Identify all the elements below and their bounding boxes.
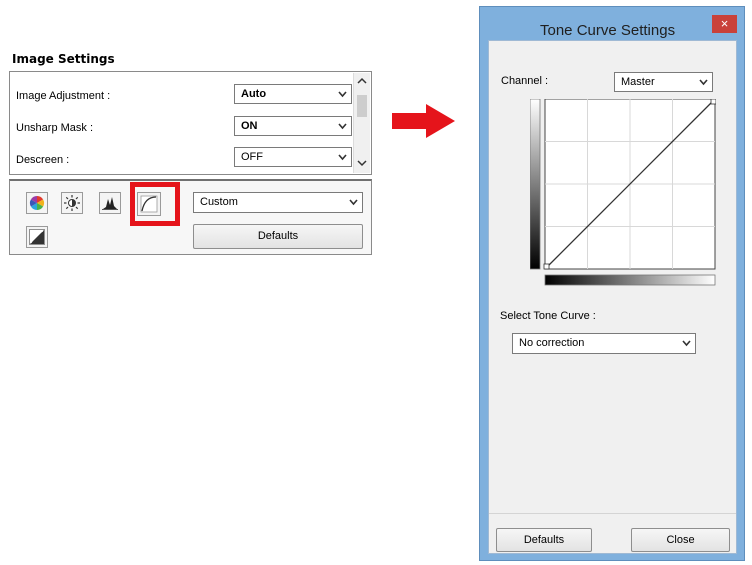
tone-curve-settings-window: Tone Curve Settings × Channel : Master S… bbox=[479, 6, 745, 561]
window-client-area: Channel : Master Select Tone Curve: No … bbox=[488, 40, 737, 554]
tone-curve-highlight bbox=[130, 182, 180, 226]
chevron-down-icon bbox=[349, 199, 358, 206]
adjustment-toolbar: Custom Defaults bbox=[9, 179, 372, 255]
scroll-up-icon[interactable] bbox=[357, 77, 367, 85]
preset-select[interactable]: Custom bbox=[193, 192, 363, 213]
color-balance-button[interactable] bbox=[26, 192, 48, 214]
input-gradient-bar bbox=[544, 274, 716, 286]
descreen-value: OFF bbox=[241, 151, 263, 163]
histogram-icon bbox=[102, 197, 118, 210]
final-review-icon bbox=[29, 229, 45, 245]
image-adjustment-label: Image Adjustment : bbox=[16, 90, 111, 102]
brightness-contrast-icon bbox=[64, 195, 80, 211]
descreen-select[interactable]: OFF bbox=[234, 147, 352, 167]
window-title: Tone Curve Settings bbox=[540, 22, 676, 39]
chevron-down-icon bbox=[338, 91, 347, 98]
curve-point-end[interactable] bbox=[710, 99, 716, 105]
unsharp-mask-label: Unsharp Mask : bbox=[16, 122, 94, 134]
unsharp-mask-value: ON bbox=[241, 120, 258, 132]
channel-select-value: Master bbox=[621, 76, 655, 88]
tone-curve-defaults-button[interactable]: Defaults bbox=[496, 528, 592, 552]
image-settings-list: Image Adjustment : Auto Unsharp Mask : O… bbox=[9, 71, 372, 175]
footer-divider bbox=[489, 513, 736, 514]
chevron-down-icon bbox=[699, 79, 708, 86]
chevron-down-icon bbox=[338, 154, 347, 161]
preset-select-value: Custom bbox=[200, 196, 238, 208]
channel-label: Channel : bbox=[501, 75, 549, 87]
color-balance-icon bbox=[29, 195, 45, 211]
tone-curve-select[interactable]: No correction bbox=[512, 333, 696, 354]
final-review-button[interactable] bbox=[26, 226, 48, 248]
scroll-thumb[interactable] bbox=[357, 95, 367, 117]
channel-select[interactable]: Master bbox=[614, 72, 713, 92]
output-gradient-bar bbox=[530, 99, 541, 270]
defaults-button[interactable]: Defaults bbox=[193, 224, 363, 249]
brightness-contrast-button[interactable] bbox=[61, 192, 83, 214]
settings-scrollbar[interactable] bbox=[353, 73, 370, 173]
close-icon[interactable]: × bbox=[712, 15, 737, 33]
arrow-right-icon bbox=[392, 104, 455, 138]
image-adjustment-value: Auto bbox=[241, 88, 267, 100]
tone-curve-select-value: No correction bbox=[519, 337, 585, 349]
image-adjustment-select[interactable]: Auto bbox=[234, 84, 352, 104]
histogram-button[interactable] bbox=[99, 192, 121, 214]
close-button[interactable]: Close bbox=[631, 528, 730, 552]
tone-curve-graph[interactable] bbox=[530, 99, 716, 287]
scroll-down-icon[interactable] bbox=[357, 159, 367, 167]
chevron-down-icon bbox=[682, 340, 691, 347]
curve-point-start[interactable] bbox=[543, 263, 550, 270]
select-tone-curve-label: Select Tone Curve : bbox=[500, 310, 596, 322]
descreen-label: Descreen : bbox=[16, 154, 70, 166]
image-settings-title: Image Settings bbox=[12, 52, 115, 66]
chevron-down-icon bbox=[338, 123, 347, 130]
unsharp-mask-select[interactable]: ON bbox=[234, 116, 352, 136]
